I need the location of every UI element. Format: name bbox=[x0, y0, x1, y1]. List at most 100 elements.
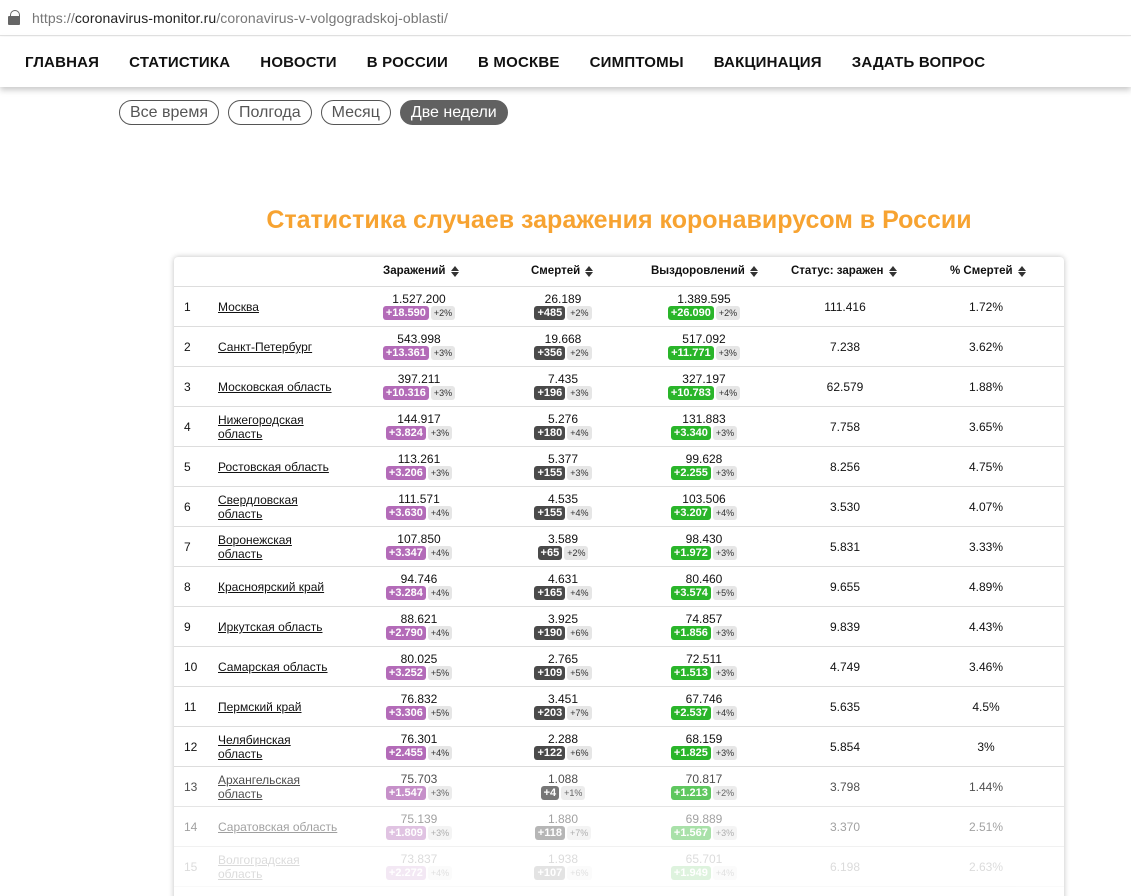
region-link[interactable]: Архангельская область bbox=[218, 767, 338, 807]
infected-cell: 88.621 +2.790 +4% bbox=[359, 612, 479, 640]
recovered-total: 67.746 bbox=[685, 692, 723, 706]
deaths-delta-badge: +485 bbox=[534, 306, 566, 320]
region-link[interactable]: Волгоградская область bbox=[218, 847, 338, 887]
table-body: 1 Москва 1.527.200 +18.590 +2% 26.189 +485 +2% 1… bbox=[174, 287, 1064, 887]
region-link[interactable]: Челябинская область bbox=[218, 727, 338, 767]
deaths-delta-badge: +180 bbox=[534, 426, 566, 440]
infected-cell: 73.837 +2.272 +4% bbox=[359, 852, 479, 880]
address-bar[interactable]: https://coronavirus-monitor.ru/coronavir… bbox=[0, 0, 1131, 36]
recovered-total: 65.701 bbox=[685, 852, 723, 866]
nav-statistics[interactable]: СТАТИСТИКА bbox=[129, 54, 230, 71]
region-link[interactable]: Москва bbox=[218, 287, 338, 327]
recovered-total: 99.628 bbox=[685, 452, 723, 466]
table-row: 13 Архангельская область 75.703 +1.547 +3% 1.… bbox=[174, 767, 1064, 807]
col-infected[interactable]: Заражений bbox=[383, 265, 459, 277]
row-number: 6 bbox=[184, 500, 191, 514]
deaths-percent-badge: +6% bbox=[567, 866, 592, 880]
col-mortality[interactable]: % Смертей bbox=[950, 265, 1026, 277]
mortality-rate: 3.65% bbox=[968, 420, 1004, 434]
recovered-total: 131.883 bbox=[682, 412, 726, 426]
deaths-delta-badge: +155 bbox=[534, 506, 566, 520]
infected-total: 397.211 bbox=[397, 372, 441, 386]
col-recovered[interactable]: Выздоровлений bbox=[651, 265, 758, 277]
infected-percent-badge: +4% bbox=[427, 866, 453, 880]
stats-table: Заражений Смертей Выздоровлений Статус: … bbox=[174, 257, 1064, 896]
region-link[interactable]: Санкт-Петербург bbox=[218, 327, 338, 367]
nav-ask-question[interactable]: ЗАДАТЬ ВОПРОС bbox=[852, 54, 985, 71]
mortality-rate: 1.44% bbox=[968, 780, 1004, 794]
infected-cell: 80.025 +3.252 +5% bbox=[359, 652, 479, 680]
recovered-percent-badge: +3% bbox=[715, 346, 740, 360]
region-link[interactable]: Пермский край bbox=[218, 687, 338, 727]
filter-half-year[interactable]: Полгода bbox=[227, 100, 312, 125]
deaths-total: 1.880 bbox=[547, 812, 579, 826]
row-number: 13 bbox=[184, 780, 198, 794]
region-link[interactable]: Свердловская область bbox=[218, 487, 338, 527]
infected-percent-badge: +3% bbox=[430, 386, 456, 400]
table-row: 4 Нижегородская область 144.917 +3.824 +3% 5.… bbox=[174, 407, 1064, 447]
recovered-delta-badge: +1.856 bbox=[670, 626, 711, 640]
infected-percent-badge: +4% bbox=[427, 506, 453, 520]
region-link[interactable]: Иркутская область bbox=[218, 607, 338, 647]
infected-delta-badge: +3.824 bbox=[385, 426, 426, 440]
active-cases: 9.839 bbox=[829, 620, 861, 634]
region-link[interactable]: Саратовская область bbox=[218, 807, 338, 847]
filter-month[interactable]: Месяц bbox=[320, 100, 391, 125]
recovered-cell: 98.430 +1.972 +3% bbox=[644, 532, 764, 560]
deaths-percent-badge: +3% bbox=[567, 466, 592, 480]
mortality-rate: 4.89% bbox=[968, 580, 1004, 594]
filter-all-time[interactable]: Все время bbox=[119, 100, 219, 125]
region-link[interactable]: Красноярский край bbox=[218, 567, 338, 607]
mortality-rate: 4.75% bbox=[968, 460, 1004, 474]
recovered-cell: 67.746 +2.537 +4% bbox=[644, 692, 764, 720]
deaths-delta-badge: +165 bbox=[534, 586, 566, 600]
table-row: 3 Московская область 397.211 +10.316 +3% 7.43… bbox=[174, 367, 1064, 407]
filter-two-weeks[interactable]: Две недели bbox=[399, 100, 508, 125]
infected-delta-badge: +2.455 bbox=[385, 746, 426, 760]
nav-symptoms[interactable]: СИМПТОМЫ bbox=[590, 54, 684, 71]
deaths-total: 3.925 bbox=[547, 612, 579, 626]
table-row: 15 Волгоградская область 73.837 +2.272 +4% 1.… bbox=[174, 847, 1064, 887]
recovered-percent-badge: +3% bbox=[712, 666, 738, 680]
infected-delta-badge: +3.284 bbox=[385, 586, 426, 600]
row-number: 1 bbox=[184, 300, 191, 314]
deaths-percent-badge: +2% bbox=[567, 306, 592, 320]
sort-icon bbox=[888, 265, 897, 277]
active-cases: 5.831 bbox=[829, 540, 861, 554]
col-active[interactable]: Статус: заражен bbox=[791, 265, 897, 277]
deaths-total: 26.189 bbox=[544, 292, 582, 306]
deaths-percent-badge: +2% bbox=[564, 546, 589, 560]
recovered-delta-badge: +3.574 bbox=[670, 586, 711, 600]
nav-home[interactable]: ГЛАВНАЯ bbox=[25, 54, 99, 71]
deaths-delta-badge: +122 bbox=[534, 746, 566, 760]
infected-total: 88.621 bbox=[400, 612, 438, 626]
infected-total: 94.746 bbox=[400, 572, 438, 586]
active-cases: 3.370 bbox=[829, 820, 861, 834]
nav-news[interactable]: НОВОСТИ bbox=[260, 54, 336, 71]
deaths-cell: 3.589 +65 +2% bbox=[503, 532, 623, 560]
table-row: 11 Пермский край 76.832 +3.306 +5% 3.451 +203 +… bbox=[174, 687, 1064, 727]
table-row: 12 Челябинская область 76.301 +2.455 +4% 2.28… bbox=[174, 727, 1064, 767]
nav-russia[interactable]: В РОССИИ bbox=[367, 54, 448, 71]
deaths-cell: 4.535 +155 +4% bbox=[503, 492, 623, 520]
region-link[interactable]: Воронежская область bbox=[218, 527, 338, 567]
region-link[interactable]: Московская область bbox=[218, 367, 338, 407]
table-row: 7 Воронежская область 107.850 +3.347 +4% 3.58… bbox=[174, 527, 1064, 567]
region-link[interactable]: Самарская область bbox=[218, 647, 338, 687]
region-link[interactable]: Нижегородская область bbox=[218, 407, 338, 447]
infected-percent-badge: +3% bbox=[427, 426, 453, 440]
deaths-delta-badge: +107 bbox=[534, 866, 566, 880]
mortality-rate: 4.5% bbox=[972, 700, 1000, 714]
table-row: 9 Иркутская область 88.621 +2.790 +4% 3.925 +1… bbox=[174, 607, 1064, 647]
region-link[interactable]: Ростовская область bbox=[218, 447, 338, 487]
nav-vaccination[interactable]: ВАКЦИНАЦИЯ bbox=[714, 54, 822, 71]
recovered-cell: 69.889 +1.567 +3% bbox=[644, 812, 764, 840]
nav-moscow[interactable]: В МОСКВЕ bbox=[478, 54, 560, 71]
active-cases: 8.256 bbox=[829, 460, 861, 474]
col-deaths[interactable]: Смертей bbox=[531, 265, 594, 277]
row-number: 12 bbox=[184, 740, 198, 754]
deaths-cell: 5.377 +155 +3% bbox=[503, 452, 623, 480]
deaths-delta-badge: +356 bbox=[534, 346, 566, 360]
row-number: 9 bbox=[184, 620, 191, 634]
infected-percent-badge: +4% bbox=[427, 546, 453, 560]
